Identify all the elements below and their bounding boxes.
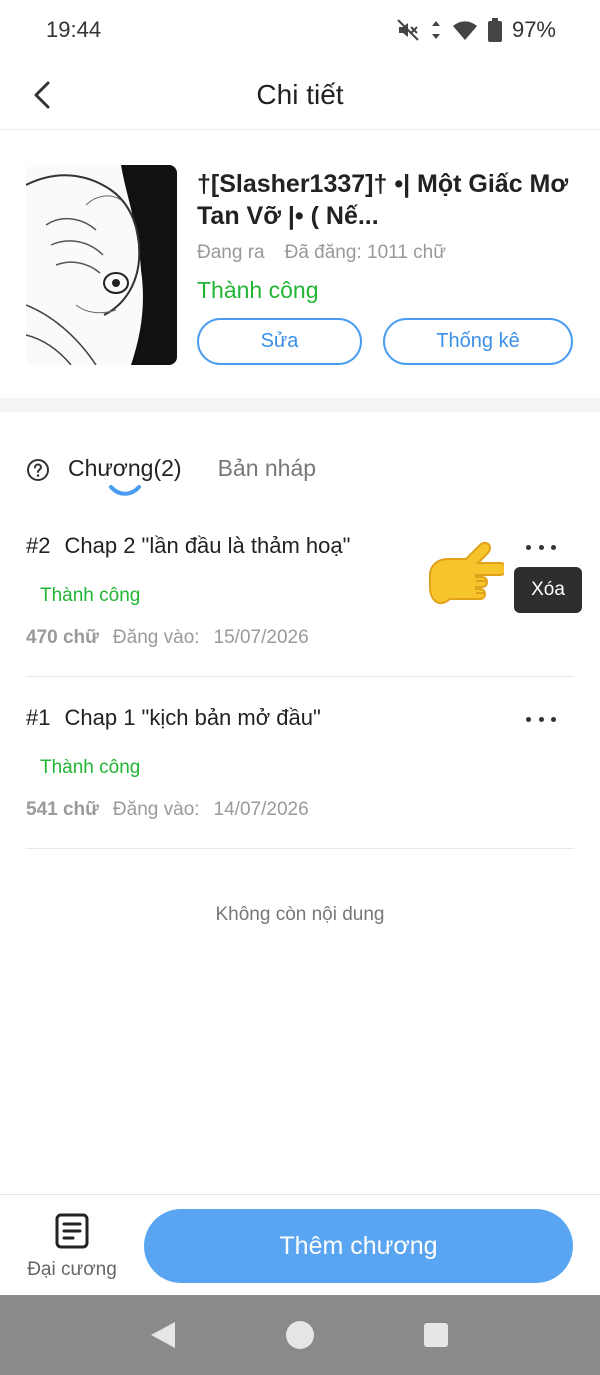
chapter-date: 14/07/2026 (213, 799, 309, 820)
cover-illustration (26, 165, 177, 365)
chapter-item[interactable]: #2 Chap 2 "lần đầu là thảm hoạ" Thành cô… (26, 505, 582, 677)
app-header: Chi tiết (0, 60, 600, 130)
chapter-name: Chap 2 "lần đầu là thảm hoạ" (64, 533, 351, 558)
system-navigation-bar (0, 1295, 600, 1375)
stats-button[interactable]: Thống kê (383, 318, 573, 365)
wifi-icon (452, 21, 477, 40)
pointing-hand-icon (429, 541, 504, 605)
page-title: Chi tiết (256, 78, 344, 110)
outline-button[interactable]: Đại cương (24, 1213, 120, 1285)
story-cover-image[interactable] (26, 165, 177, 365)
more-options-button[interactable] (526, 537, 556, 557)
nav-recents-icon[interactable] (423, 1322, 449, 1348)
story-meta: Đang ra Đã đăng: 1011 chữ (197, 242, 446, 264)
chevron-left-icon (34, 81, 50, 109)
chapter-title: #1 Chap 1 "kịch bản mở đầu" (26, 705, 321, 731)
story-card: †[Slasher1337]† •| Một Giấc Mơ Tan Vỡ |•… (0, 130, 600, 398)
section-divider (0, 398, 600, 412)
chapter-list: #2 Chap 2 "lần đầu là thảm hoạ" Thành cô… (26, 505, 582, 849)
tab-chapters-label: Chương(2) (68, 455, 182, 481)
story-status-label: Đang ra (197, 242, 265, 263)
bottom-action-bar: Đại cương Thêm chương (0, 1194, 600, 1295)
help-icon[interactable] (26, 458, 50, 482)
mute-icon (397, 19, 419, 41)
chapter-word-count: 470 chữ (26, 627, 99, 648)
tab-drafts[interactable]: Bản nháp (218, 440, 316, 482)
chapter-meta: 470 chữ Đăng vào: 15/07/2026 (26, 627, 309, 649)
status-bar: 19:44 97% (0, 0, 600, 60)
chapter-number: #2 (26, 533, 51, 558)
chapter-title: #2 Chap 2 "lần đầu là thảm hoạ" (26, 533, 350, 559)
edit-button[interactable]: Sửa (197, 318, 362, 365)
chapter-date: 15/07/2026 (213, 627, 309, 648)
outline-document-icon (55, 1213, 89, 1249)
back-button[interactable] (22, 75, 62, 115)
chapter-tabs: Chương(2) Bản nháp (26, 440, 316, 500)
status-time: 19:44 (46, 17, 102, 42)
end-of-list-text: Không còn nội dung (215, 904, 385, 925)
story-publish-status: Thành công (197, 277, 319, 303)
tab-active-indicator (109, 485, 141, 496)
chapter-status: Thành công (40, 585, 141, 606)
chapter-item[interactable]: #1 Chap 1 "kịch bản mở đầu" Thành công 5… (26, 677, 574, 849)
chapter-posted-label: Đăng vào: (112, 799, 200, 820)
delete-tooltip[interactable]: Xóa (514, 567, 582, 613)
more-options-button[interactable] (526, 709, 556, 729)
chapter-name: Chap 1 "kịch bản mở đầu" (64, 705, 321, 730)
chapter-number: #1 (26, 705, 51, 730)
status-icons: 97% (396, 17, 556, 43)
add-chapter-button[interactable]: Thêm chương (144, 1209, 573, 1283)
outline-label: Đại cương (27, 1259, 117, 1280)
battery-percent: 97% (511, 17, 556, 42)
chapter-posted-label: Đăng vào: (112, 627, 200, 648)
nav-home-icon[interactable] (285, 1320, 315, 1350)
chapter-status: Thành công (40, 757, 141, 778)
story-word-count: Đã đăng: 1011 chữ (284, 242, 446, 263)
battery-icon (487, 18, 502, 42)
tab-chapters[interactable]: Chương(2) (68, 440, 182, 496)
chapter-word-count: 541 chữ (26, 799, 99, 820)
story-title: †[Slasher1337]† •| Một Giấc Mơ Tan Vỡ |•… (197, 170, 569, 230)
chapter-meta: 541 chữ Đăng vào: 14/07/2026 (26, 799, 309, 821)
data-transfer-icon (431, 21, 440, 39)
nav-back-icon[interactable] (148, 1320, 178, 1350)
